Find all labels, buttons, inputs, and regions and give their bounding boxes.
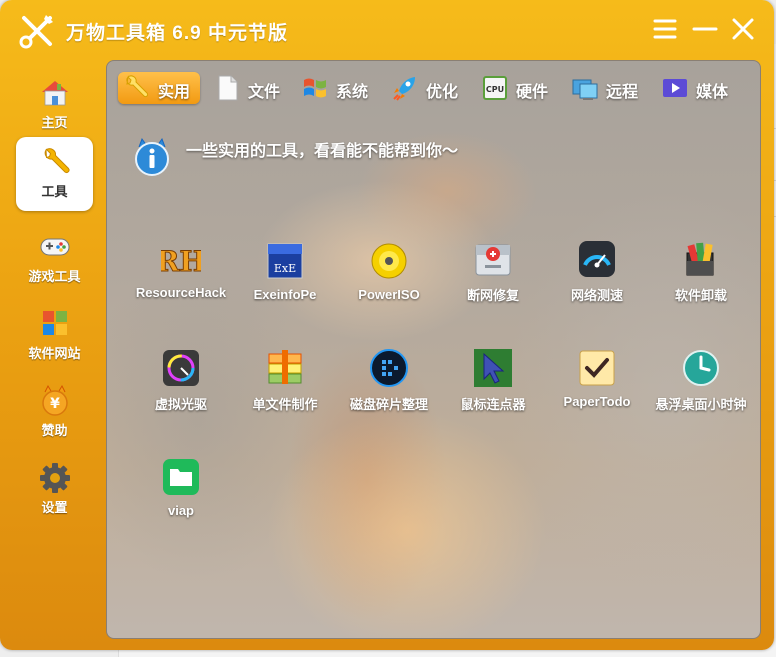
sidebar-item-software-sites[interactable]: 软件网站 (16, 299, 93, 373)
menu-button[interactable] (650, 14, 680, 44)
tab-practical[interactable]: 实用 (118, 72, 200, 104)
tool-label: 悬浮桌面小时钟 (655, 397, 747, 412)
tab-label: 硬件 (516, 84, 549, 101)
sidebar-item-label: 游戏工具 (28, 269, 81, 284)
gear-icon (38, 461, 72, 495)
tab-files[interactable]: 文件 (208, 72, 288, 104)
sidebar-item-home[interactable]: 主页 (16, 68, 93, 142)
tool-network-repair[interactable]: 断网修复 (441, 239, 545, 319)
file-icon (213, 74, 241, 102)
svg-text:¥: ¥ (50, 396, 60, 412)
minimize-icon (692, 27, 718, 31)
rocket-icon (391, 74, 419, 102)
sidebar-item-label: 软件网站 (28, 346, 81, 361)
tool-floating-clock[interactable]: 悬浮桌面小时钟 (649, 348, 753, 428)
wrench-icon (123, 74, 151, 102)
svg-text:CPU: CPU (486, 85, 504, 94)
menu-icon (653, 19, 677, 39)
tool-label: 网络测速 (570, 288, 623, 303)
close-icon (732, 18, 754, 40)
tab-label: 实用 (158, 84, 191, 101)
cpu-icon: CPU (481, 74, 509, 102)
tool-label: 断网修复 (466, 288, 519, 303)
clock-icon (681, 348, 721, 388)
tool-papertodo[interactable]: PaperTodo (545, 348, 649, 428)
tool-label: PowerISO (358, 287, 420, 302)
home-icon (38, 76, 72, 110)
sidebar-item-tools[interactable]: 工具 (16, 137, 93, 211)
tool-label: 鼠标连点器 (460, 397, 526, 412)
sidebar-item-label: 主页 (41, 115, 68, 130)
poweriso-disc-icon (369, 241, 409, 281)
sidebar-item-sponsor[interactable]: ¥ 赞助 (16, 376, 93, 450)
info-message: 一些实用的工具，看看能不能帮到你～ (186, 143, 459, 160)
tool-network-speed[interactable]: 网络测速 (545, 239, 649, 319)
tab-system[interactable]: 系统 (296, 72, 378, 104)
content-panel: 实用 文件 系统 优化 CPU 硬件 远程 媒体 一些实用的工具，看看能不能帮到… (106, 60, 761, 639)
tool-label: 磁盘碎片整理 (349, 397, 428, 412)
tool-label: 单文件制作 (252, 397, 318, 412)
tab-media[interactable]: 媒体 (656, 72, 738, 104)
tool-label: ExeinfoPe (253, 287, 317, 302)
defrag-icon (369, 348, 409, 388)
sidebar-item-label: 工具 (41, 184, 68, 199)
info-icon (133, 137, 171, 177)
tool-virtual-drive[interactable]: 虚拟光驱 (129, 348, 233, 428)
remote-desktop-icon (571, 74, 599, 102)
mouse-clicker-icon (473, 348, 513, 388)
network-repair-icon (473, 239, 513, 279)
tool-resourcehack[interactable]: RH ResourceHack (129, 239, 233, 319)
sidebar-item-label: 设置 (41, 500, 68, 515)
sidebar-item-label: 赞助 (41, 423, 68, 438)
windows-apps-icon (38, 307, 72, 341)
tab-remote[interactable]: 远程 (566, 72, 648, 104)
papertodo-check-icon (577, 348, 617, 388)
gamepad-icon (38, 230, 72, 264)
tool-mouse-clicker[interactable]: 鼠标连点器 (441, 348, 545, 428)
tool-single-file-maker[interactable]: 单文件制作 (233, 348, 337, 428)
tab-label: 系统 (336, 84, 369, 101)
virtual-drive-icon (161, 348, 201, 388)
tab-label: 远程 (606, 84, 639, 101)
sidebar-item-settings[interactable]: 设置 (16, 453, 93, 527)
svg-text:RH: RH (161, 245, 201, 278)
sidebar-item-game-tools[interactable]: 游戏工具 (16, 222, 93, 296)
wrench-icon (38, 145, 72, 179)
tab-optimize[interactable]: 优化 (386, 72, 466, 104)
tool-label: PaperTodo (563, 394, 631, 409)
tool-uninstall[interactable]: 软件卸载 (649, 239, 753, 319)
speedometer-icon (577, 239, 617, 279)
svg-text:ExE: ExE (274, 262, 296, 275)
tool-label: viap (167, 503, 194, 518)
single-file-maker-icon (265, 348, 305, 388)
resourcehack-icon: RH (156, 239, 207, 279)
toolbox-logo-icon (18, 12, 56, 50)
tool-viap[interactable]: viap (129, 457, 233, 537)
tab-label: 媒体 (696, 84, 729, 101)
exeinfope-icon: ExE (265, 241, 305, 281)
folder-icon (161, 457, 201, 497)
minimize-button[interactable] (690, 14, 720, 44)
category-tabs: 实用 文件 系统 优化 CPU 硬件 远程 媒体 (107, 61, 760, 111)
tab-label: 文件 (248, 84, 281, 101)
play-icon (661, 74, 689, 102)
tool-label: 软件卸载 (674, 288, 727, 303)
tool-exeinfope[interactable]: ExE ExeinfoPe (233, 241, 337, 321)
tab-hardware[interactable]: CPU 硬件 (476, 72, 556, 104)
tool-label: 虚拟光驱 (154, 397, 207, 412)
tool-disk-defrag[interactable]: 磁盘碎片整理 (337, 348, 441, 428)
app-window: 万物工具箱 6.9 中元节版 主页 工具 游戏工具 软件网站 ¥ 赞助 设置 实… (0, 0, 774, 650)
yuan-coin-icon: ¥ (38, 384, 72, 418)
tool-label: ResourceHack (135, 285, 227, 300)
uninstall-icon (681, 239, 721, 279)
tool-poweriso[interactable]: PowerISO (337, 241, 441, 321)
tab-label: 优化 (426, 84, 459, 101)
window-title: 万物工具箱 6.9 中元节版 (66, 23, 288, 44)
windows-logo-icon (301, 74, 329, 102)
close-button[interactable] (728, 14, 758, 44)
